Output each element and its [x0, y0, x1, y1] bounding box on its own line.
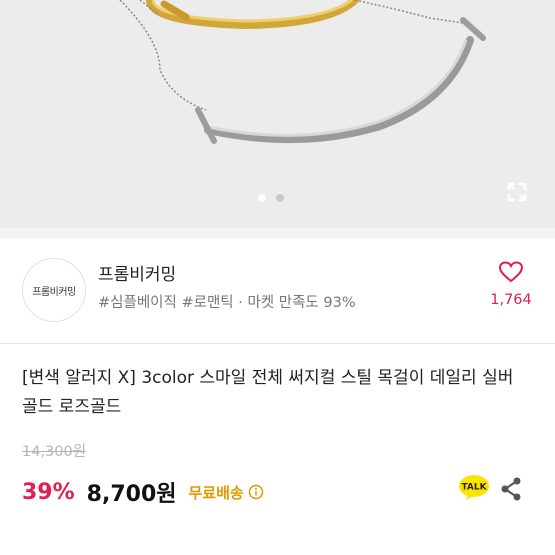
- expand-icon[interactable]: [503, 178, 531, 206]
- sale-price: 8,700원: [86, 482, 177, 507]
- seller-avatar-text: 프롬비커밍: [32, 286, 76, 298]
- like-button[interactable]: 1,764: [488, 260, 534, 308]
- discount-rate: 39%: [22, 479, 75, 505]
- seller-tags: #심플베이직 #로맨틱 · 마켓 만족도 93%: [98, 295, 356, 311]
- pagination-dot-2[interactable]: [276, 194, 284, 202]
- product-image-carousel[interactable]: [0, 0, 555, 228]
- original-price: 14,300원: [22, 444, 87, 460]
- seller-name[interactable]: 프롬비커밍: [98, 260, 176, 285]
- info-icon[interactable]: [248, 484, 264, 500]
- heart-icon: [498, 261, 524, 283]
- share-icon[interactable]: [498, 476, 524, 502]
- carousel-pagination: [258, 194, 284, 202]
- seller-section[interactable]: 프롬비커밍 프롬비커밍 #심플베이직 #로맨틱 · 마켓 만족도 93% 1,7…: [0, 238, 555, 343]
- product-title: [변색 알러지 X] 3color 스마일 전체 써지컬 스틸 목걸이 데일리 …: [22, 368, 514, 417]
- kakao-talk-button[interactable]: TALK: [458, 474, 490, 502]
- kakao-talk-label: TALK: [461, 483, 487, 493]
- pagination-dot-1[interactable]: [258, 194, 266, 202]
- seller-avatar[interactable]: 프롬비커밍: [22, 258, 86, 322]
- free-shipping-badge: 무료배송: [188, 483, 244, 502]
- divider: [0, 343, 555, 344]
- price-row: 39% 8,700원 무료배송: [22, 474, 264, 510]
- section-divider: [0, 228, 555, 238]
- like-count: 1,764: [490, 292, 532, 308]
